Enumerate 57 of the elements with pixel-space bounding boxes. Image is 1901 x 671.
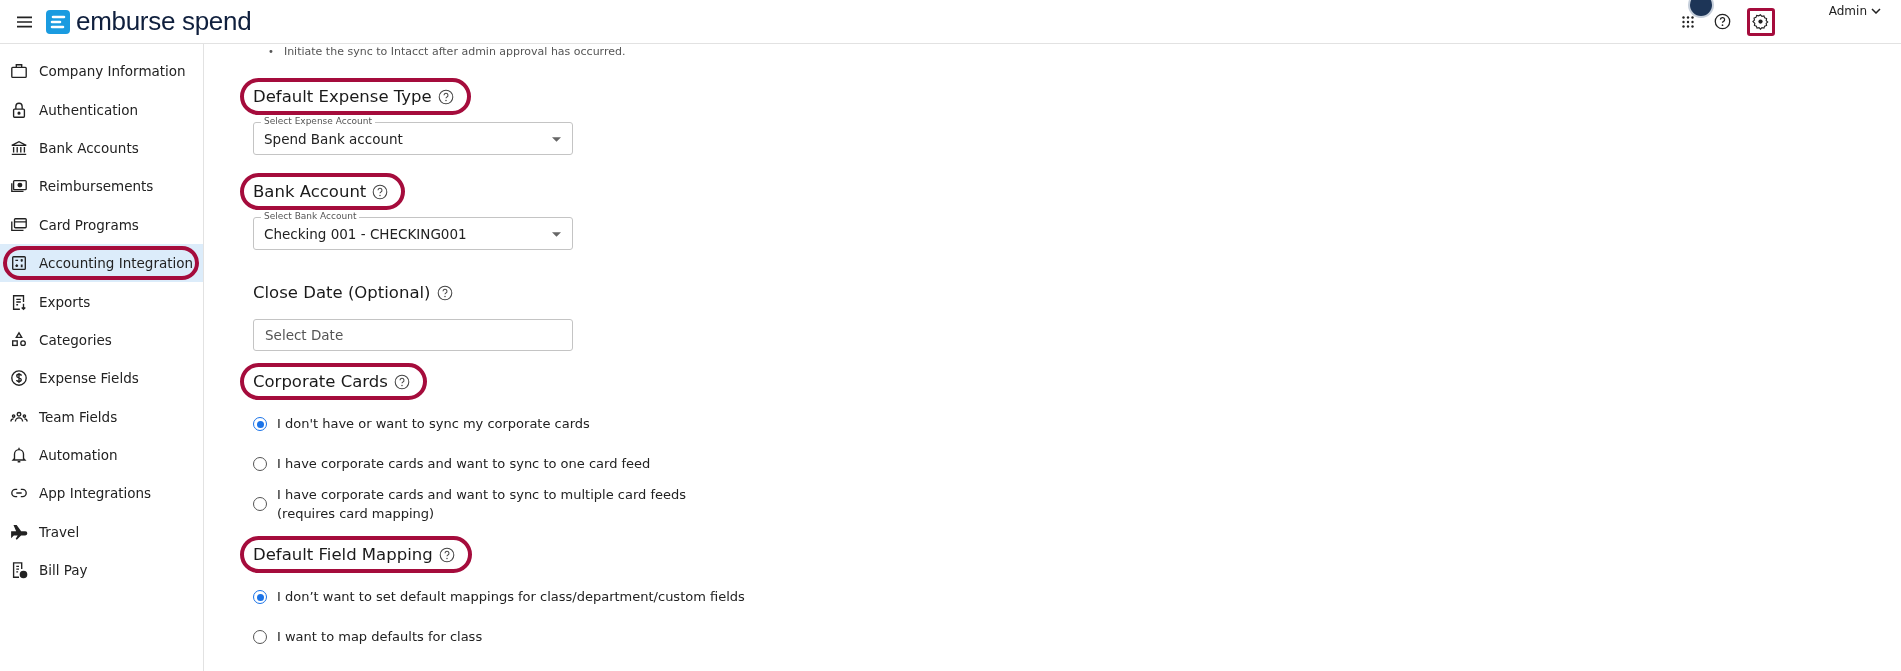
shapes-icon <box>10 330 28 349</box>
sidebar-item[interactable]: Travel <box>0 512 203 552</box>
radio-label[interactable]: I have corporate cards and want to sync to multiple card feeds (requires card mapping) <box>277 484 692 524</box>
sidebar-item[interactable]: Categories <box>0 320 203 360</box>
calculator-icon <box>10 254 28 273</box>
sidebar-item[interactable]: Automation <box>0 435 203 475</box>
sidebar-item[interactable]: Company Information <box>0 52 203 91</box>
section-heading: Default Expense Type <box>253 87 432 106</box>
settings-button[interactable] <box>1746 7 1775 36</box>
sidebar-item[interactable]: Accounting Integration <box>0 243 203 283</box>
sidebar-item[interactable]: Exports <box>0 282 203 321</box>
help-icon[interactable] <box>372 183 389 200</box>
chevron-down-icon[interactable] <box>1871 8 1881 14</box>
select-field[interactable]: Select Expense Account Spend Bank account <box>253 115 573 155</box>
cards-icon <box>10 215 28 234</box>
section-heading: Default Field Mapping <box>253 545 433 564</box>
radio-label[interactable]: I don't have or want to sync my corporate cards <box>277 414 590 434</box>
sidebar-item[interactable]: Expense Fields <box>0 359 203 398</box>
airplane-icon <box>10 522 28 541</box>
sidebar-item[interactable]: Team Fields <box>0 397 203 436</box>
document-download-icon <box>10 292 28 311</box>
radio-label[interactable]: I want to map defaults for class <box>277 627 483 647</box>
help-icon[interactable] <box>1713 13 1731 30</box>
date-field[interactable]: Select Date <box>253 319 573 351</box>
instruction-text: Initiate the sync to Intacct after admin approval has occurred. <box>283 45 626 59</box>
apps-grid-icon[interactable] <box>1681 15 1694 28</box>
sidebar-item[interactable]: Authentication <box>0 90 203 129</box>
settings-icon[interactable] <box>1752 13 1770 30</box>
help-icon[interactable] <box>393 373 410 390</box>
sidebar-item[interactable]: Bank Accounts <box>0 128 203 168</box>
sidebar-item[interactable]: App Integrations <box>0 474 203 513</box>
radio-label[interactable]: I have corporate cards and want to sync to one card feed <box>277 454 651 474</box>
bank-icon <box>10 138 28 157</box>
sidebar-item[interactable]: Reimbursements <box>0 167 203 206</box>
logo-text: emburse spend <box>76 6 252 37</box>
help-icon[interactable] <box>438 546 455 563</box>
briefcase-icon <box>10 62 28 81</box>
help-icon[interactable] <box>436 284 453 301</box>
bell-icon <box>10 446 28 465</box>
radio-label[interactable]: I don’t want to set default mappings for class/department/custom fields <box>277 587 745 607</box>
section-heading: Close Date (Optional) <box>253 283 431 302</box>
section-heading: Bank Account <box>253 182 367 201</box>
padlock-icon <box>10 100 28 119</box>
select-field[interactable]: Select Bank Account Checking 001 - CHECKING001 <box>253 210 573 250</box>
dollar-icon <box>10 369 28 388</box>
help-icon[interactable] <box>437 88 454 105</box>
notification-dot <box>1689 0 1712 16</box>
user-name[interactable]: Admin <box>1828 4 1867 18</box>
dropdown-caret-icon[interactable] <box>552 231 561 237</box>
dropdown-caret-icon[interactable] <box>552 136 561 142</box>
menu-icon[interactable] <box>17 15 32 28</box>
sidebar-item[interactable]: Card Programs <box>0 205 203 244</box>
logo-icon <box>46 9 70 34</box>
bill-icon <box>10 561 28 580</box>
bullet: • <box>268 45 274 59</box>
sidebar-item[interactable]: Bill Pay <box>0 551 203 590</box>
section-heading: Corporate Cards <box>253 372 388 391</box>
